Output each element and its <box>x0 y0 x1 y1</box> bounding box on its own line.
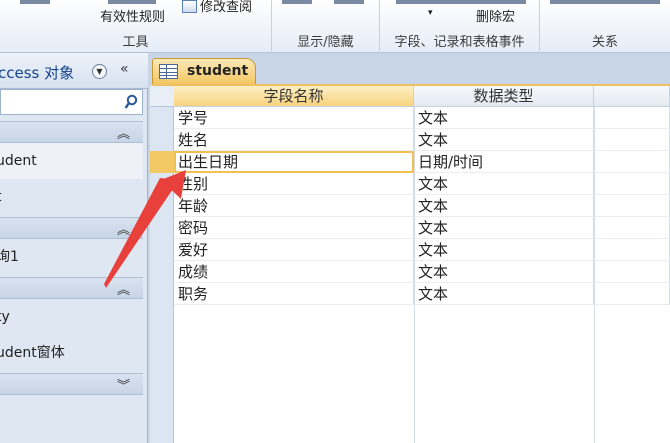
section-expand-icon[interactable]: ︾ <box>117 375 130 394</box>
data-type-cell[interactable]: 文本 <box>414 239 594 261</box>
column-header-field-name[interactable]: 字段名称 <box>174 86 414 107</box>
field-name-cell[interactable]: 性别 <box>174 173 414 195</box>
data-type-cell[interactable]: 文本 <box>414 129 594 151</box>
table-row[interactable]: 年龄 文本 <box>174 195 670 217</box>
data-type-cell[interactable]: 文本 <box>414 173 594 195</box>
nav-item-form-ty[interactable]: ty <box>0 299 143 335</box>
ribbon-group-field-events: ▾ 删除宏 字段、记录和表格事件 <box>380 0 540 53</box>
data-type-cell[interactable]: 日期/时间 <box>414 151 594 173</box>
table-row[interactable]: 姓名 文本 <box>174 129 670 151</box>
nav-item-label: ty <box>0 309 10 325</box>
navigation-pane: ccess 对象 ▼ « ︽ udent t ︽ 询1 ︽ ty udent窗体… <box>0 53 148 443</box>
field-name-cell[interactable]: 出生日期 <box>174 151 414 173</box>
nav-item-form-student[interactable]: udent窗体 <box>0 335 143 371</box>
field-name-cell[interactable]: 职务 <box>174 283 414 305</box>
ribbon-group-show-hide: 显示/隐藏 <box>272 0 380 53</box>
description-cell[interactable] <box>594 129 670 151</box>
ribbon-group-relations: 关系 <box>540 0 670 53</box>
nav-section-tables[interactable]: ︽ <box>0 121 143 143</box>
tab-label: student <box>187 63 249 79</box>
nav-item-label: udent窗体 <box>0 345 65 361</box>
table-row[interactable]: 出生日期 日期/时间 <box>174 151 670 173</box>
description-cell[interactable] <box>594 283 670 305</box>
table-row[interactable]: 成绩 文本 <box>174 261 670 283</box>
ribbon-cut-icon <box>396 0 526 4</box>
nav-item-query[interactable]: 询1 <box>0 239 143 275</box>
table-row[interactable]: 密码 文本 <box>174 217 670 239</box>
nav-search-input[interactable] <box>0 89 143 115</box>
description-cell[interactable] <box>594 195 670 217</box>
tab-student[interactable]: student <box>152 58 256 84</box>
group-label-show-hide: 显示/隐藏 <box>297 35 354 50</box>
data-type-cell[interactable]: 文本 <box>414 195 594 217</box>
field-name-cell[interactable]: 姓名 <box>174 129 414 151</box>
ribbon-cut-icon <box>334 0 364 4</box>
nav-section-forms[interactable]: ︽ <box>0 277 143 299</box>
field-name-cell[interactable]: 学号 <box>174 107 414 129</box>
grid-corner[interactable] <box>150 86 174 107</box>
nav-title: ccess 对象 <box>0 64 75 82</box>
nav-section-reports[interactable]: ︾ <box>0 373 143 395</box>
data-type-cell[interactable]: 文本 <box>414 107 594 129</box>
data-type-cell[interactable]: 文本 <box>414 217 594 239</box>
group-label-field-events: 字段、记录和表格事件 <box>394 35 525 50</box>
field-name-cell[interactable]: 年龄 <box>174 195 414 217</box>
ribbon-group-tools: 有效性规则 修改查阅 工具 <box>0 0 272 53</box>
search-icon[interactable] <box>124 94 138 110</box>
row-selector-column <box>150 86 174 443</box>
field-name-cell[interactable]: 密码 <box>174 217 414 239</box>
delete-macro-button[interactable]: 删除宏 <box>476 6 515 25</box>
group-label-tools: 工具 <box>122 35 149 50</box>
field-name-cell[interactable]: 爱好 <box>174 239 414 261</box>
modify-lookup-button[interactable]: 修改查阅 <box>182 0 252 15</box>
nav-item-table-t[interactable]: t <box>0 179 143 215</box>
table-icon <box>159 64 178 79</box>
section-collapse-icon[interactable]: ︽ <box>117 123 130 142</box>
field-name-cell[interactable]: 成绩 <box>174 261 414 283</box>
description-cell[interactable] <box>594 261 670 283</box>
section-collapse-icon[interactable]: ︽ <box>117 279 130 298</box>
section-collapse-icon[interactable]: ︽ <box>117 219 130 238</box>
data-type-cell[interactable]: 文本 <box>414 261 594 283</box>
nav-section-queries[interactable]: ︽ <box>0 217 143 239</box>
ribbon-cut-icon <box>282 0 312 4</box>
nav-collapse-icon[interactable]: « <box>120 61 128 77</box>
table-row[interactable]: 学号 文本 <box>174 107 670 129</box>
group-label-relations: 关系 <box>591 35 618 50</box>
dropdown-arrow-icon[interactable]: ▾ <box>428 8 433 18</box>
nav-header: ccess 对象 ▼ « <box>0 53 148 89</box>
column-header-description[interactable] <box>594 86 670 107</box>
data-type-cell[interactable]: 文本 <box>414 283 594 305</box>
table-design-grid: 字段名称 数据类型 学号 文本 姓名 文本 出生日期 日期/时间 性别 文本 年龄 文本 密码 文本爱… <box>150 86 670 443</box>
description-cell[interactable] <box>594 217 670 239</box>
description-cell[interactable] <box>594 173 670 195</box>
nav-item-label: 询1 <box>0 249 19 265</box>
validation-rule-button[interactable]: 有效性规则 <box>100 6 165 25</box>
ribbon: 有效性规则 修改查阅 工具 显示/隐藏 ▾ 删除宏 字段、记录和表格事件 关系 <box>0 0 670 53</box>
ribbon-cut-icon <box>108 0 156 4</box>
modify-lookup-label: 修改查阅 <box>200 0 253 15</box>
ribbon-cut-icon <box>20 0 50 4</box>
column-header-data-type[interactable]: 数据类型 <box>414 86 594 107</box>
lookup-icon <box>182 0 197 13</box>
table-row[interactable]: 职务 文本 <box>174 283 670 305</box>
description-cell[interactable] <box>594 107 670 129</box>
row-selector-current[interactable] <box>150 151 174 173</box>
description-cell[interactable] <box>594 239 670 261</box>
nav-item-table-student[interactable]: udent <box>0 143 143 179</box>
nav-item-label: t <box>0 189 2 205</box>
nav-menu-dropdown-icon[interactable]: ▼ <box>92 64 107 79</box>
nav-item-label: udent <box>0 153 37 169</box>
table-row[interactable]: 性别 文本 <box>174 173 670 195</box>
ribbon-cut-icon <box>550 0 660 4</box>
table-row[interactable]: 爱好 文本 <box>174 239 670 261</box>
description-cell[interactable] <box>594 151 670 173</box>
